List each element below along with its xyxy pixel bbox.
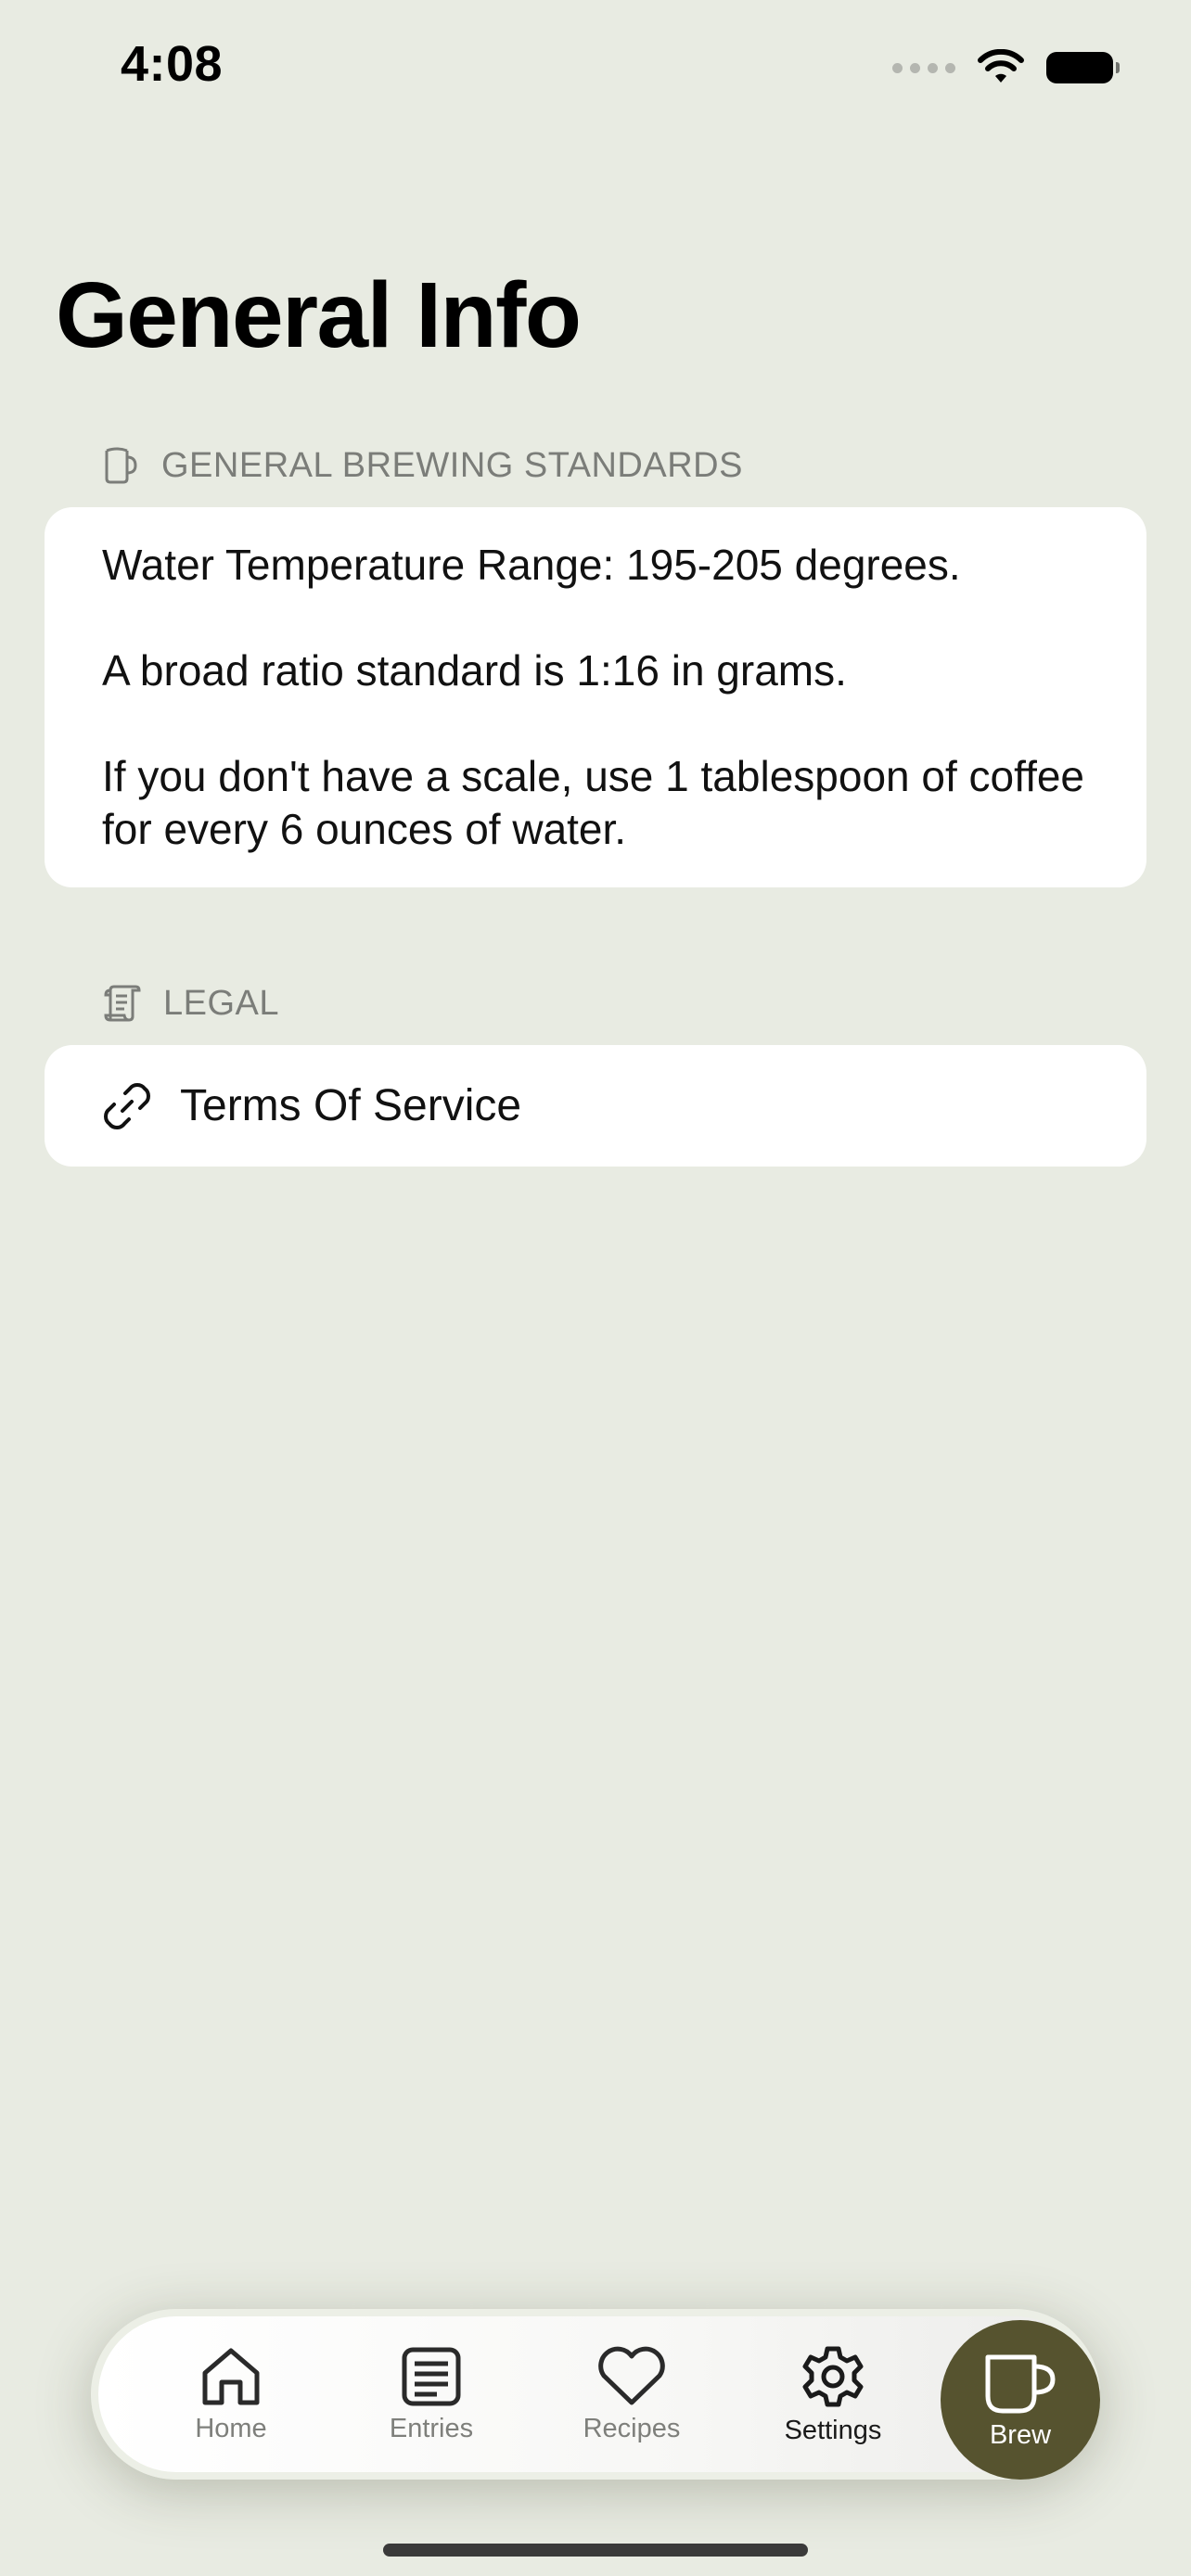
cellular-signal-icon: [892, 62, 955, 73]
tab-home[interactable]: Home: [138, 2316, 324, 2472]
heart-icon: [598, 2346, 665, 2404]
gear-icon: [802, 2346, 864, 2406]
section-header-label: LEGAL: [163, 983, 280, 1023]
brewing-info-text: If you don't have a scale, use 1 tablesp…: [102, 752, 1085, 853]
scroll-icon: [104, 985, 141, 1022]
tab-bar: Home Entries Recipes Settings Brew: [91, 2309, 1100, 2480]
home-icon: [202, 2348, 260, 2404]
brewing-info-text: A broad ratio standard is 1:16 in grams.: [102, 646, 847, 695]
brewing-standards-card: Water Temperature Range: 195-205 degrees…: [45, 507, 1146, 887]
terms-of-service-link[interactable]: Terms Of Service: [45, 1045, 1146, 1167]
entries-icon: [402, 2347, 461, 2405]
brewing-info-text: Water Temperature Range: 195-205 degrees…: [102, 541, 961, 589]
brew-button[interactable]: Brew: [941, 2320, 1100, 2480]
page-title: General Info: [56, 263, 582, 367]
terms-of-service-label: Terms Of Service: [180, 1081, 522, 1130]
tab-entries[interactable]: Entries: [339, 2316, 524, 2472]
mug-icon: [105, 447, 137, 484]
status-indicators: [892, 45, 1120, 91]
home-indicator[interactable]: [383, 2544, 808, 2557]
status-time: 4:08: [121, 36, 224, 92]
wifi-icon: [978, 49, 1024, 83]
battery-icon: [1046, 52, 1120, 83]
cup-icon: [985, 2354, 1056, 2413]
link-icon: [104, 1082, 150, 1129]
tab-label: Recipes: [583, 2413, 681, 2443]
section-header-legal: LEGAL: [102, 983, 279, 1024]
tab-recipes[interactable]: Recipes: [539, 2316, 724, 2472]
tab-label: Settings: [784, 2415, 882, 2445]
tab-label: Home: [195, 2413, 267, 2443]
section-header-brewing: GENERAL BREWING STANDARDS: [102, 445, 743, 486]
tab-settings[interactable]: Settings: [740, 2316, 926, 2472]
tab-label: Entries: [389, 2413, 474, 2443]
brew-label: Brew: [989, 2419, 1052, 2450]
section-header-label: GENERAL BREWING STANDARDS: [161, 445, 743, 485]
